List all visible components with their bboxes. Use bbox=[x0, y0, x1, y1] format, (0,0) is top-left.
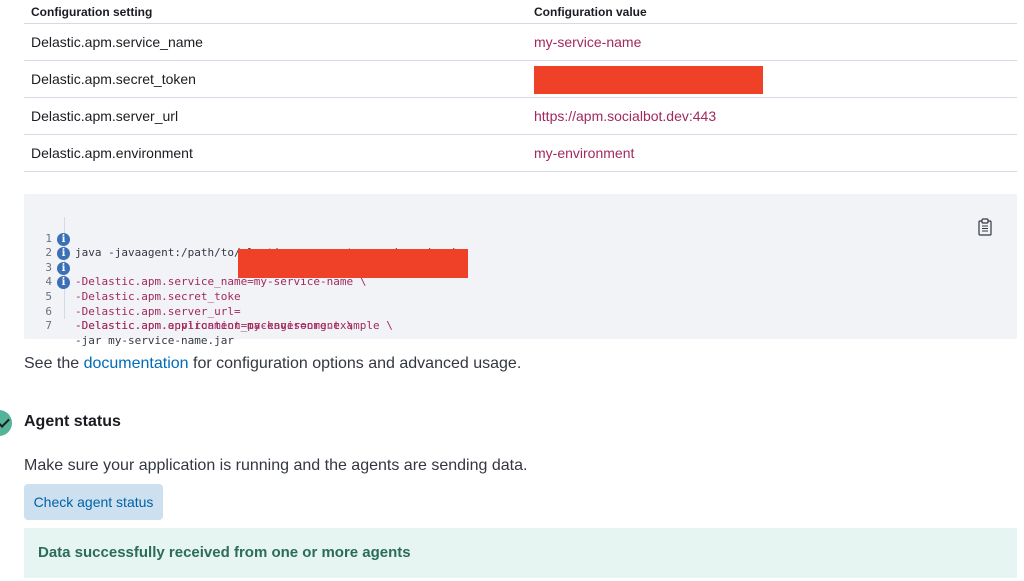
check-icon bbox=[0, 415, 10, 428]
config-table: Configuration setting Configuration valu… bbox=[24, 0, 1017, 172]
setting-name: Delastic.apm.service_name bbox=[24, 23, 527, 61]
code-text: -Delastic.apm.secret_toke bbox=[75, 289, 241, 303]
agent-status-title: Agent status bbox=[24, 413, 121, 430]
success-message: Data successfully received from one or m… bbox=[38, 544, 411, 561]
header-configuration-value: Configuration value bbox=[527, 0, 1017, 24]
table-row: Delastic.apm.environment my-environment bbox=[24, 134, 1017, 172]
info-icon[interactable]: i bbox=[57, 261, 70, 275]
header-configuration-setting: Configuration setting bbox=[24, 0, 527, 24]
code-line: 3 i -Delastic.apm.secret_toke bbox=[24, 246, 241, 303]
code-text: -jar my-service-name.jar bbox=[75, 333, 234, 347]
documentation-link[interactable]: documentation bbox=[84, 355, 189, 372]
step-complete-marker bbox=[0, 410, 12, 436]
table-row: Delastic.apm.service_name my-service-nam… bbox=[24, 23, 1017, 61]
code-block: 1 java -javaagent:/path/to/elastic-apm-a… bbox=[24, 194, 1017, 347]
redaction-block bbox=[238, 249, 468, 278]
info-icon[interactable]: i bbox=[57, 276, 70, 290]
check-agent-status-button[interactable]: Check agent status bbox=[24, 484, 163, 520]
setting-value: my-environment bbox=[527, 134, 1017, 172]
copy-icon[interactable] bbox=[977, 218, 993, 236]
redaction-block bbox=[534, 65, 763, 94]
setting-value bbox=[527, 60, 1017, 98]
config-table-header-row: Configuration setting Configuration valu… bbox=[24, 0, 1017, 24]
success-callout: Data successfully received from one or m… bbox=[24, 528, 1017, 578]
code-line: 4 i -Delastic.apm.server_url= bbox=[24, 261, 241, 318]
code-line: 6 -Delastic.apm.application_packages=org… bbox=[24, 290, 393, 333]
apm-setup-page: Configuration setting Configuration valu… bbox=[0, 0, 1024, 581]
doc-suffix: for configuration options and advanced u… bbox=[188, 355, 522, 372]
setting-name: Delastic.apm.environment bbox=[24, 134, 527, 172]
code-line: 2 i -Delastic.apm.service_name=my-servic… bbox=[24, 232, 366, 288]
line-number: 7 bbox=[45, 319, 52, 333]
doc-prefix: See the bbox=[24, 355, 84, 372]
documentation-text: See the documentation for configuration … bbox=[24, 355, 521, 373]
info-icon[interactable]: i bbox=[57, 247, 70, 261]
setting-value: my-service-name bbox=[527, 23, 1017, 61]
code-text: -Delastic.apm.application_packages=org.e… bbox=[75, 319, 393, 333]
code-lines: 1 java -javaagent:/path/to/elastic-apm-a… bbox=[24, 217, 459, 347]
info-icon[interactable]: i bbox=[57, 232, 70, 246]
setting-value: https://apm.socialbot.dev:443 bbox=[527, 97, 1017, 135]
agent-status-description: Make sure your application is running an… bbox=[24, 457, 528, 474]
code-line: 1 java -javaagent:/path/to/elastic-apm-a… bbox=[24, 217, 459, 260]
setting-name: Delastic.apm.secret_token bbox=[24, 60, 527, 98]
code-line: 5 i -Delastic.apm.environment=my-environ… bbox=[24, 275, 353, 332]
code-line: 7 -jar my-service-name.jar bbox=[24, 305, 234, 347]
setting-name: Delastic.apm.server_url bbox=[24, 97, 527, 135]
table-row: Delastic.apm.server_url https://apm.soci… bbox=[24, 97, 1017, 135]
code-text: -Delastic.apm.server_url= bbox=[75, 304, 241, 318]
table-row: Delastic.apm.secret_token bbox=[24, 60, 1017, 98]
